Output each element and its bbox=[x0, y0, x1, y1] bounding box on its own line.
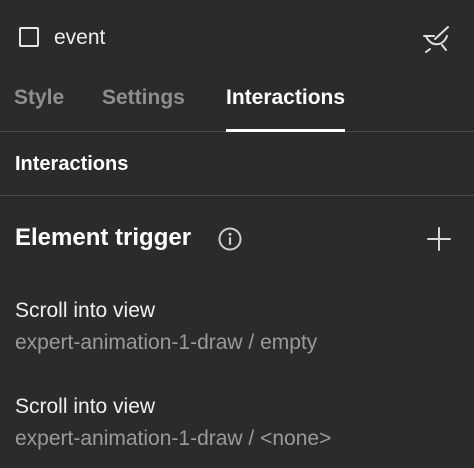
element-name: event bbox=[54, 26, 106, 49]
trigger-item[interactable]: Scroll into view expert-animation-1-draw… bbox=[0, 298, 474, 372]
checkbox-icon[interactable] bbox=[19, 27, 39, 47]
tab-style[interactable]: Style bbox=[14, 85, 64, 111]
tab-settings[interactable]: Settings bbox=[102, 85, 185, 111]
panel-header: event bbox=[0, 0, 474, 74]
style-brush-icon[interactable] bbox=[420, 24, 452, 54]
trigger-target: expert-animation-1-draw / <none> bbox=[15, 427, 332, 450]
element-trigger-title: Element trigger bbox=[15, 224, 192, 251]
trigger-type: Scroll into view bbox=[15, 395, 156, 418]
section-divider bbox=[0, 195, 474, 196]
info-icon[interactable] bbox=[218, 227, 242, 251]
section-title: Interactions bbox=[15, 153, 129, 175]
tab-interactions-label: Interactions bbox=[226, 86, 346, 109]
trigger-item[interactable]: Scroll into view expert-animation-1-draw… bbox=[0, 394, 474, 468]
plus-icon[interactable] bbox=[426, 226, 452, 252]
trigger-target: expert-animation-1-draw / empty bbox=[15, 331, 318, 354]
tab-bar: Style Settings Interactions bbox=[0, 74, 474, 132]
interactions-panel: event Style Settings Interactions Intera… bbox=[0, 0, 474, 468]
tab-interactions[interactable]: Interactions bbox=[226, 85, 346, 132]
trigger-type: Scroll into view bbox=[15, 299, 156, 322]
active-tab-indicator bbox=[226, 129, 346, 132]
